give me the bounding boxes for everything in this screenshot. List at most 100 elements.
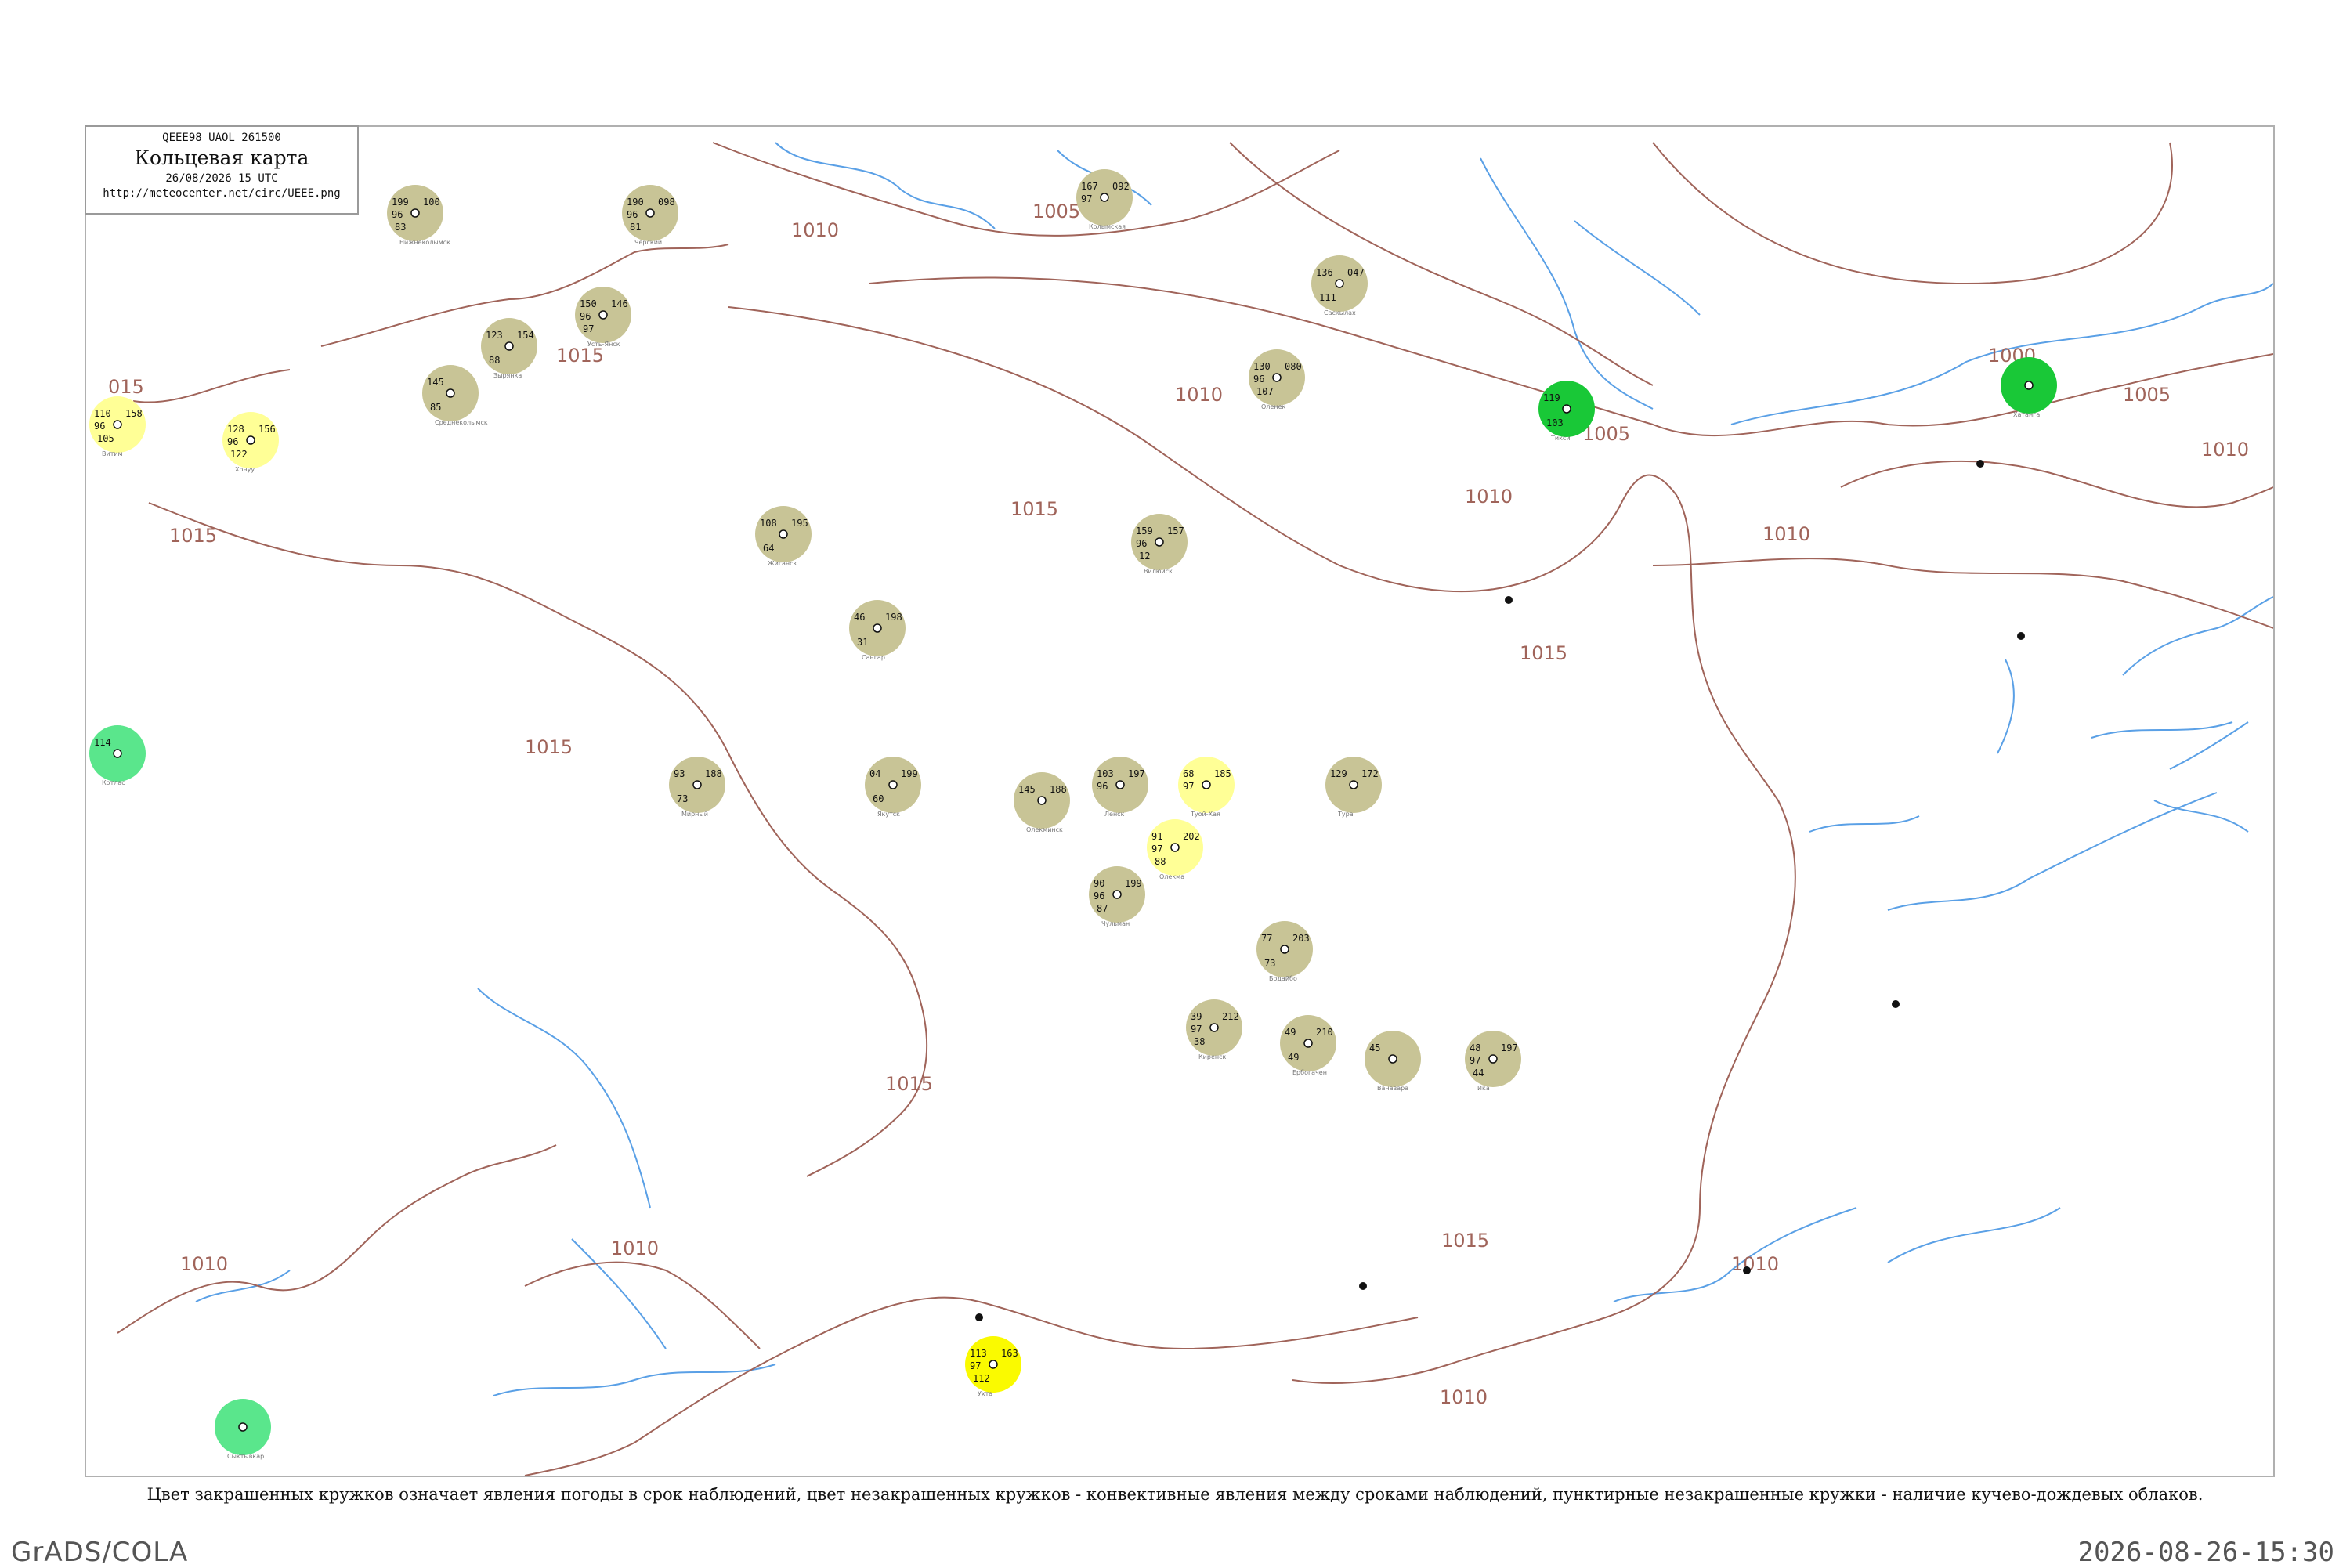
- pressure-value: 136: [1316, 267, 1333, 278]
- station-plot[interactable]: 159 157 96 12 Вилюйск: [1131, 514, 1188, 575]
- station-plot[interactable]: 114 Котлас: [89, 725, 146, 786]
- station-name: Ленск: [1104, 811, 1125, 818]
- temperature-value: 97: [1081, 193, 1092, 204]
- visibility-value: 047: [1347, 267, 1365, 278]
- station-plot[interactable]: 108 195 64 Жиганск: [755, 506, 812, 567]
- station-name: Хатанга: [2013, 411, 2040, 418]
- visibility-value: 199: [1125, 878, 1142, 889]
- station-plot[interactable]: 190 098 96 81 Черский: [622, 185, 678, 246]
- map-canvas: 1005 1010 1015 1010 1015 1010 1010 1005 …: [89, 142, 2273, 1476]
- station-plot[interactable]: 04 199 60 Якутск: [865, 757, 921, 818]
- visibility-value: 172: [1361, 768, 1379, 779]
- pressure-value: 68: [1183, 768, 1194, 779]
- map-caption: Цвет закрашенных кружков означает явлени…: [146, 1485, 2204, 1504]
- visibility-value: 098: [658, 197, 675, 208]
- station-plot[interactable]: 39 212 9738 Киренск: [1186, 999, 1242, 1060]
- station-plot[interactable]: 136 047 111 Саскылах: [1311, 255, 1368, 316]
- station-plot[interactable]: 167 092 97 Колымская: [1076, 169, 1133, 230]
- station-plot[interactable]: 145 188 Олекминск: [1014, 772, 1070, 833]
- legend-code: QEEE98 UAOL 261500: [162, 132, 281, 144]
- station-plot[interactable]: 145 85 Среднеколымск: [422, 365, 488, 426]
- station-dot[interactable]: [1743, 1266, 1751, 1274]
- station-plot[interactable]: 123 154 88 Зырянка: [481, 318, 537, 379]
- visibility-value: 212: [1222, 1011, 1239, 1022]
- station-plot[interactable]: 150 146 9697 Усть-Янск: [575, 287, 631, 348]
- station-plot[interactable]: 45 Ванавара: [1365, 1031, 1421, 1092]
- dewpoint-value: 73: [677, 793, 688, 804]
- temperature-value: 97: [1191, 1024, 1202, 1035]
- isobar-label: 1015: [556, 345, 604, 367]
- dewpoint-value: 88: [489, 355, 500, 366]
- pressure-value: 04: [870, 768, 880, 779]
- station-plot[interactable]: 68 185 97 Туой-Хая: [1178, 757, 1235, 818]
- station-plot[interactable]: 49 210 49 Ербогачен: [1280, 1015, 1336, 1076]
- dewpoint-value: 112: [973, 1373, 990, 1384]
- visibility-value: 198: [885, 612, 902, 623]
- pressure-value: 77: [1261, 933, 1272, 944]
- dewpoint-value: 44: [1473, 1068, 1484, 1078]
- station-plot[interactable]: 77 203 73 Бодайбо: [1256, 921, 1313, 982]
- station-dot[interactable]: [975, 1313, 983, 1321]
- pressure-value: 103: [1097, 768, 1114, 779]
- temperature-value: 97: [1183, 781, 1194, 792]
- legend-url[interactable]: http://meteocenter.net/circ/UEEE.png: [86, 187, 357, 200]
- station-plot[interactable]: 129 172 Тура: [1325, 757, 1382, 818]
- station-plot[interactable]: 113 163 97 112 Ухта: [965, 1336, 1021, 1397]
- station-name: Ербогачен: [1292, 1069, 1327, 1076]
- station-plot[interactable]: 91 202 97 88 Олекма: [1147, 819, 1203, 880]
- station-name: Черский: [634, 239, 662, 246]
- station-dot[interactable]: [1359, 1282, 1367, 1290]
- pressure-value: 46: [854, 612, 865, 623]
- station-plot[interactable]: Хатанга: [2001, 357, 2057, 418]
- station-name: Среднеколымск: [435, 419, 488, 426]
- cloud-cover-icon: [2024, 381, 2034, 390]
- station-plot[interactable]: 46 198 31 Сангар: [849, 600, 906, 661]
- station-name: Тура: [1337, 811, 1354, 818]
- visibility-value: 188: [705, 768, 722, 779]
- weather-map[interactable]: 1005 1010 1015 1010 1015 1010 1010 1005 …: [85, 125, 2275, 1477]
- pressure-value: 159: [1136, 526, 1153, 537]
- station-dot[interactable]: [1976, 460, 1984, 468]
- cloud-cover-icon: [989, 1360, 998, 1369]
- temperature-value: 97: [970, 1360, 981, 1371]
- station-plot[interactable]: 110 158 96105 Витим: [89, 396, 146, 457]
- station-dot[interactable]: [1892, 1000, 1900, 1008]
- cloud-cover-icon: [410, 208, 420, 218]
- isobar-label: 1005: [2123, 384, 2171, 406]
- dewpoint-value: 97: [583, 323, 594, 334]
- cloud-cover-icon: [1155, 537, 1164, 547]
- cloud-cover-icon: [1335, 279, 1344, 288]
- visibility-value: 210: [1316, 1027, 1333, 1038]
- cloud-cover-icon: [779, 529, 788, 539]
- cloud-cover-icon: [645, 208, 655, 218]
- cloud-cover-icon: [1115, 780, 1125, 789]
- station-plot[interactable]: Сыктывкар: [215, 1399, 271, 1460]
- isobar-label: 1005: [1032, 201, 1080, 222]
- pressure-value: 39: [1191, 1011, 1202, 1022]
- cloud-cover-icon: [1100, 193, 1109, 202]
- dewpoint-value: 122: [230, 449, 248, 460]
- pressure-value: 113: [970, 1348, 987, 1359]
- station-plot[interactable]: 93 188 73 Мирный: [669, 757, 725, 818]
- dewpoint-value: 38: [1194, 1036, 1205, 1047]
- isobar-label: 1010: [1762, 523, 1810, 545]
- pressure-value: 119: [1543, 392, 1560, 403]
- station-plot[interactable]: 130 080 96107 Оленек: [1249, 349, 1305, 410]
- cloud-cover-icon: [1488, 1054, 1498, 1064]
- pressure-value: 145: [427, 377, 444, 388]
- station-plot[interactable]: 103 197 96 Ленск: [1092, 757, 1148, 818]
- station-plot[interactable]: 199 100 96 83 Нижнеколымск: [387, 185, 450, 246]
- plain-stations-layer: [975, 460, 2025, 1321]
- dewpoint-value: 81: [630, 222, 641, 233]
- pressure-value: 145: [1018, 784, 1036, 795]
- station-dot[interactable]: [2017, 632, 2025, 640]
- station-plot[interactable]: 128 156 96 122 Хонуу: [222, 412, 279, 473]
- cloud-cover-icon: [246, 435, 255, 445]
- dewpoint-value: 60: [873, 793, 884, 804]
- station-plot[interactable]: 48 197 97 44 Ика: [1465, 1031, 1521, 1092]
- pressure-value: 199: [392, 197, 409, 208]
- pressure-value: 91: [1152, 831, 1162, 842]
- station-dot[interactable]: [1505, 596, 1513, 604]
- station-plot[interactable]: 90 199 96 87 Чульман: [1089, 866, 1145, 927]
- cloud-cover-icon: [113, 420, 122, 429]
